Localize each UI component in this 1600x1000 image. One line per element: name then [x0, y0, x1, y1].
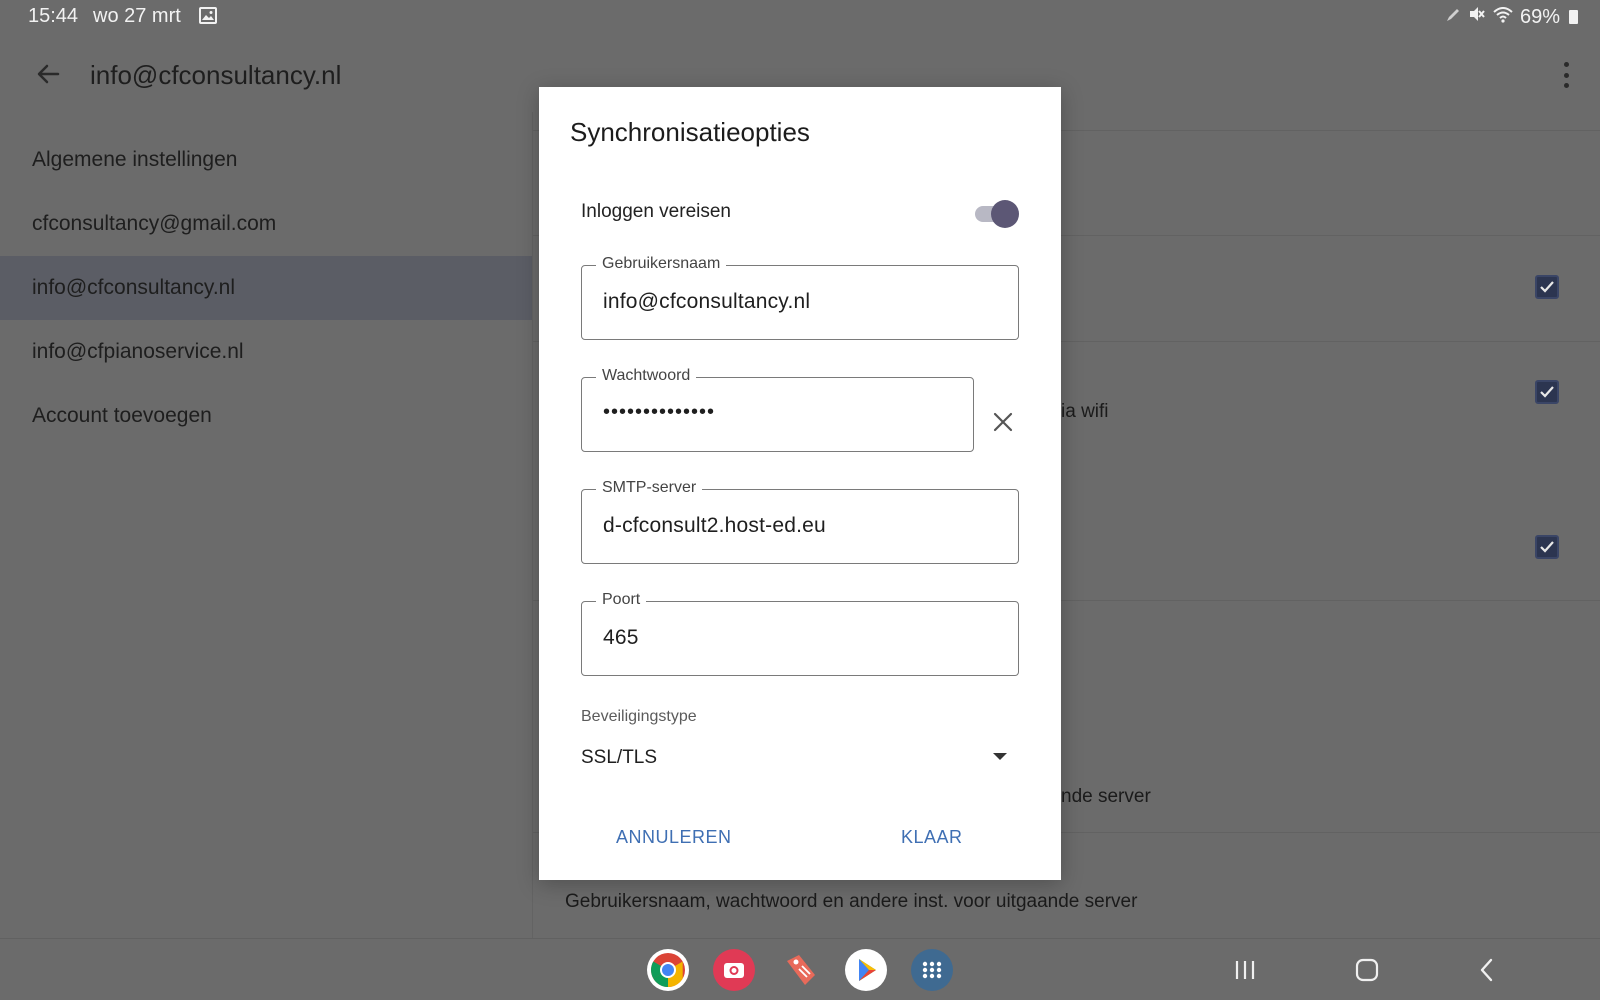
- app-drawer-icon[interactable]: [911, 949, 953, 991]
- clear-password-icon[interactable]: [991, 410, 1015, 434]
- mute-icon: [1468, 5, 1486, 29]
- port-field[interactable]: Poort 465: [581, 591, 1019, 676]
- back-icon[interactable]: [1472, 957, 1502, 983]
- dialog-title: Synchronisatieopties: [570, 117, 810, 147]
- status-date: wo 27 mrt: [93, 5, 181, 27]
- play-store-icon[interactable]: [845, 949, 887, 991]
- password-field[interactable]: Wachtwoord ••••••••••••••: [581, 367, 974, 452]
- dropdown-caret-icon: [993, 753, 1007, 760]
- sync-options-dialog: Synchronisatieopties Inloggen vereisen G…: [539, 87, 1061, 880]
- account-item-label: info@cfconsultancy.nl: [32, 276, 236, 299]
- account-item-label: info@cfpianoservice.nl: [32, 340, 244, 363]
- more-vert-icon[interactable]: [1562, 62, 1570, 88]
- status-icons: 69%: [1445, 5, 1578, 29]
- login-required-toggle[interactable]: [973, 199, 1019, 228]
- battery-percent: 69%: [1519, 5, 1560, 28]
- account-item-general-settings[interactable]: Algemene instellingen: [0, 128, 532, 192]
- gallery-icon: [199, 7, 217, 24]
- username-label: Gebruikersnaam: [596, 255, 727, 273]
- password-label: Wachtwoord: [596, 367, 697, 385]
- settings-checkbox[interactable]: [1535, 380, 1559, 404]
- tag-app-icon[interactable]: [779, 949, 821, 991]
- server-setting-text: nde server: [1061, 786, 1151, 807]
- account-item-add-account[interactable]: Account toevoegen: [0, 384, 532, 448]
- smtp-server-label: SMTP-server: [596, 479, 703, 497]
- account-item-label: cfconsultancy@gmail.com: [32, 212, 277, 235]
- page-title: info@cfconsultancy.nl: [90, 60, 342, 90]
- arrow-back-icon[interactable]: [32, 58, 64, 90]
- username-field[interactable]: Gebruikersnaam info@cfconsultancy.nl: [581, 255, 1019, 340]
- username-value: info@cfconsultancy.nl: [603, 290, 811, 313]
- account-item-label: Algemene instellingen: [32, 148, 238, 171]
- port-label: Poort: [596, 591, 647, 609]
- account-item-label: Account toevoegen: [32, 404, 212, 427]
- navigation-bar: [0, 938, 1600, 1000]
- outgoing-server-description: Gebruikersnaam, wachtwoord en andere ins…: [565, 891, 1138, 912]
- security-type-label: Beveiligingstype: [581, 708, 697, 725]
- chrome-icon[interactable]: [647, 949, 689, 991]
- smtp-server-value: d-cfconsult2.host-ed.eu: [603, 514, 826, 537]
- password-value: ••••••••••••••: [603, 401, 716, 423]
- done-button[interactable]: KLAAR: [901, 827, 963, 848]
- settings-checkbox[interactable]: [1535, 535, 1559, 559]
- smtp-server-field[interactable]: SMTP-server d-cfconsult2.host-ed.eu: [581, 479, 1019, 564]
- pen-icon: [1445, 6, 1461, 29]
- status-time: 15:44: [28, 5, 79, 27]
- account-item-cfpianoservice[interactable]: info@cfpianoservice.nl: [0, 320, 532, 384]
- recents-icon[interactable]: [1230, 957, 1260, 983]
- account-item-cfconsultancy[interactable]: info@cfconsultancy.nl: [0, 256, 532, 320]
- settings-checkbox[interactable]: [1535, 275, 1559, 299]
- cancel-button[interactable]: ANNULEREN: [616, 827, 732, 848]
- security-type-select[interactable]: SSL/TLS: [581, 735, 1019, 785]
- home-icon[interactable]: [1352, 957, 1382, 983]
- login-required-label: Inloggen vereisen: [581, 201, 731, 222]
- status-bar: 15:44 wo 27 mrt 69%: [0, 0, 1600, 34]
- camera-icon[interactable]: [713, 949, 755, 991]
- login-required-row[interactable]: Inloggen vereisen: [581, 197, 1019, 229]
- wifi-icon: [1493, 6, 1513, 29]
- security-type-value: SSL/TLS: [581, 747, 658, 768]
- wifi-setting-text: ia wifi: [1061, 401, 1109, 422]
- account-list: Algemene instellingen cfconsultancy@gmai…: [0, 128, 532, 448]
- port-value: 465: [603, 626, 639, 649]
- account-item-gmail[interactable]: cfconsultancy@gmail.com: [0, 192, 532, 256]
- battery-icon: [1569, 10, 1578, 24]
